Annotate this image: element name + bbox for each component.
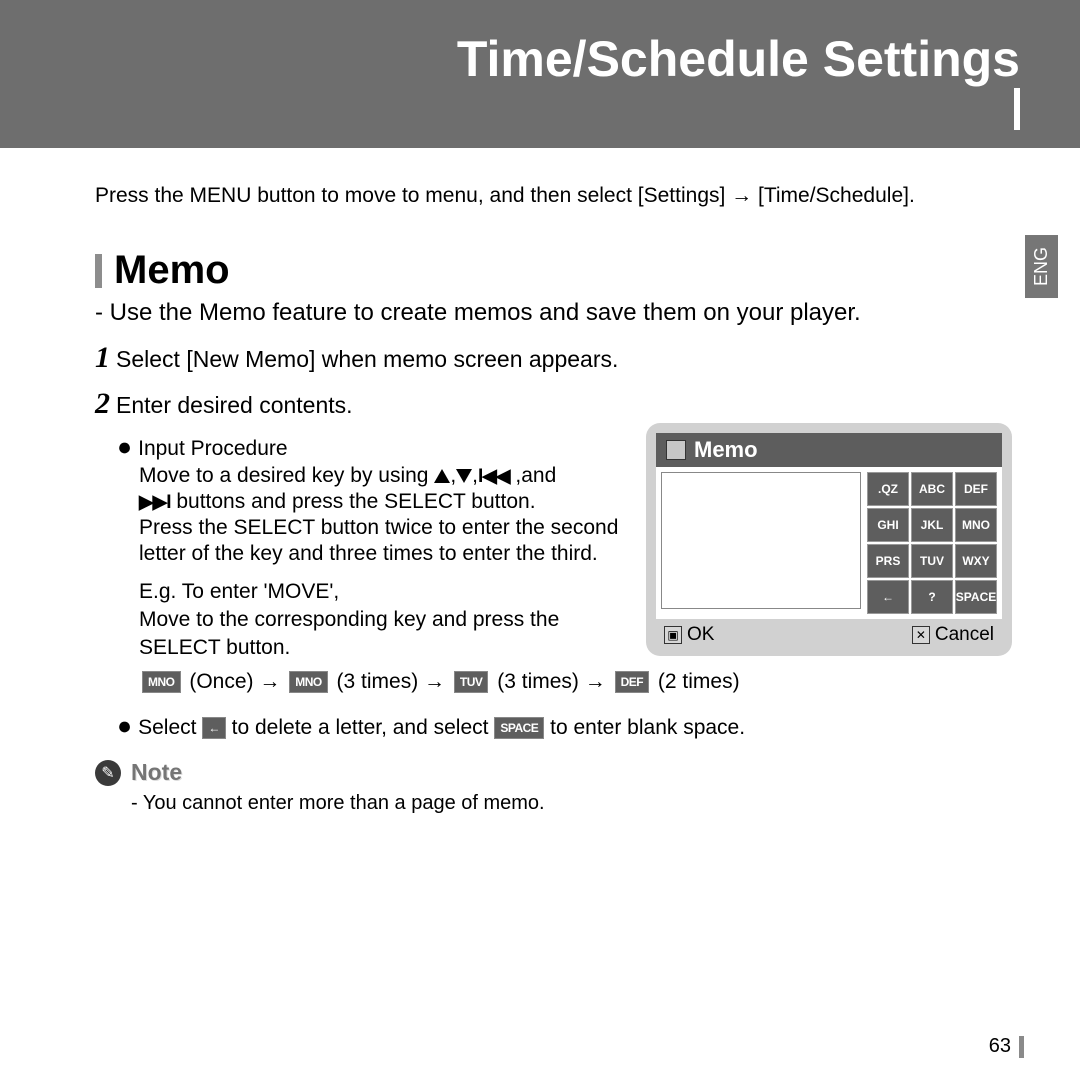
step-number: 2 (95, 387, 110, 420)
section-title: Memo (114, 248, 230, 293)
key-def-icon: DEF (615, 671, 650, 693)
note-icon: ✎ (95, 760, 121, 786)
ok-button[interactable]: ▣OK (664, 624, 714, 646)
step-2: 2Enter desired contents. (95, 387, 1010, 421)
keypad-key[interactable]: TUV (911, 544, 953, 578)
page-number: 63 (989, 1035, 1024, 1058)
bullet-dot-icon: ● (117, 433, 132, 461)
step-number: 1 (95, 341, 110, 374)
cancel-icon: ✕ (912, 626, 930, 644)
section-header: Memo (95, 248, 1010, 293)
note-header: ✎ Note (95, 759, 1010, 786)
up-icon (434, 469, 450, 483)
keypad-key[interactable]: ? (911, 580, 953, 614)
keypad-key[interactable]: ← (867, 580, 909, 614)
key-tuv-icon: TUV (454, 671, 489, 693)
key-mno-icon: MNO (142, 671, 181, 693)
keypad-key[interactable]: ABC (911, 472, 953, 506)
section-bar-icon (95, 254, 102, 288)
page-bar-icon (1019, 1036, 1024, 1058)
cancel-button[interactable]: ✕Cancel (912, 624, 994, 646)
key-mno-icon: MNO (289, 671, 328, 693)
prev-track-icon: I◀◀ (478, 465, 510, 488)
bullet-dot-icon: ● (117, 712, 132, 740)
down-icon (456, 469, 472, 483)
note-label: Note (131, 759, 182, 786)
header-divider (1014, 88, 1020, 130)
keypad-key[interactable]: MNO (955, 508, 997, 542)
memo-text-area[interactable] (661, 472, 861, 609)
intro-text: Press the MENU button to move to menu, a… (95, 184, 1010, 208)
keypad-key[interactable]: SPACE (955, 580, 997, 614)
key-sequence: MNO (Once) → MNO (3 times) → TUV (3 time… (139, 670, 1010, 694)
keypad-key[interactable]: JKL (911, 508, 953, 542)
select-line: ●Select ← to delete a letter, and select… (117, 712, 1010, 741)
keypad-key[interactable]: GHI (867, 508, 909, 542)
keypad-key[interactable]: DEF (955, 472, 997, 506)
next-track-icon: ▶▶I (139, 491, 171, 514)
key-back-icon: ← (202, 717, 226, 739)
page-title: Time/Schedule Settings (60, 30, 1020, 88)
keypad: .QZABCDEF GHIJKLMNO PRSTUVWXY ←?SPACE (867, 472, 997, 614)
keypad-key[interactable]: .QZ (867, 472, 909, 506)
ok-icon: ▣ (664, 626, 682, 644)
step-1-text: Select [New Memo] when memo screen appea… (116, 346, 618, 372)
memo-doc-icon (666, 440, 686, 460)
key-space-icon: SPACE (494, 717, 544, 739)
language-tab: ENG (1025, 235, 1058, 298)
device-header: Memo (656, 433, 1002, 467)
header-bar: Time/Schedule Settings (0, 0, 1080, 148)
section-subtitle: - Use the Memo feature to create memos a… (95, 299, 1010, 327)
keypad-key[interactable]: PRS (867, 544, 909, 578)
step-1: 1Select [New Memo] when memo screen appe… (95, 341, 1010, 375)
step-2-text: Enter desired contents. (116, 392, 353, 418)
device-screenshot: Memo .QZABCDEFGHIJKLMNOPRSTUVWXY←?SPACE … (646, 423, 1012, 656)
keypad-key[interactable]: WXY (955, 544, 997, 578)
note-body: - You cannot enter more than a page of m… (131, 792, 1010, 815)
